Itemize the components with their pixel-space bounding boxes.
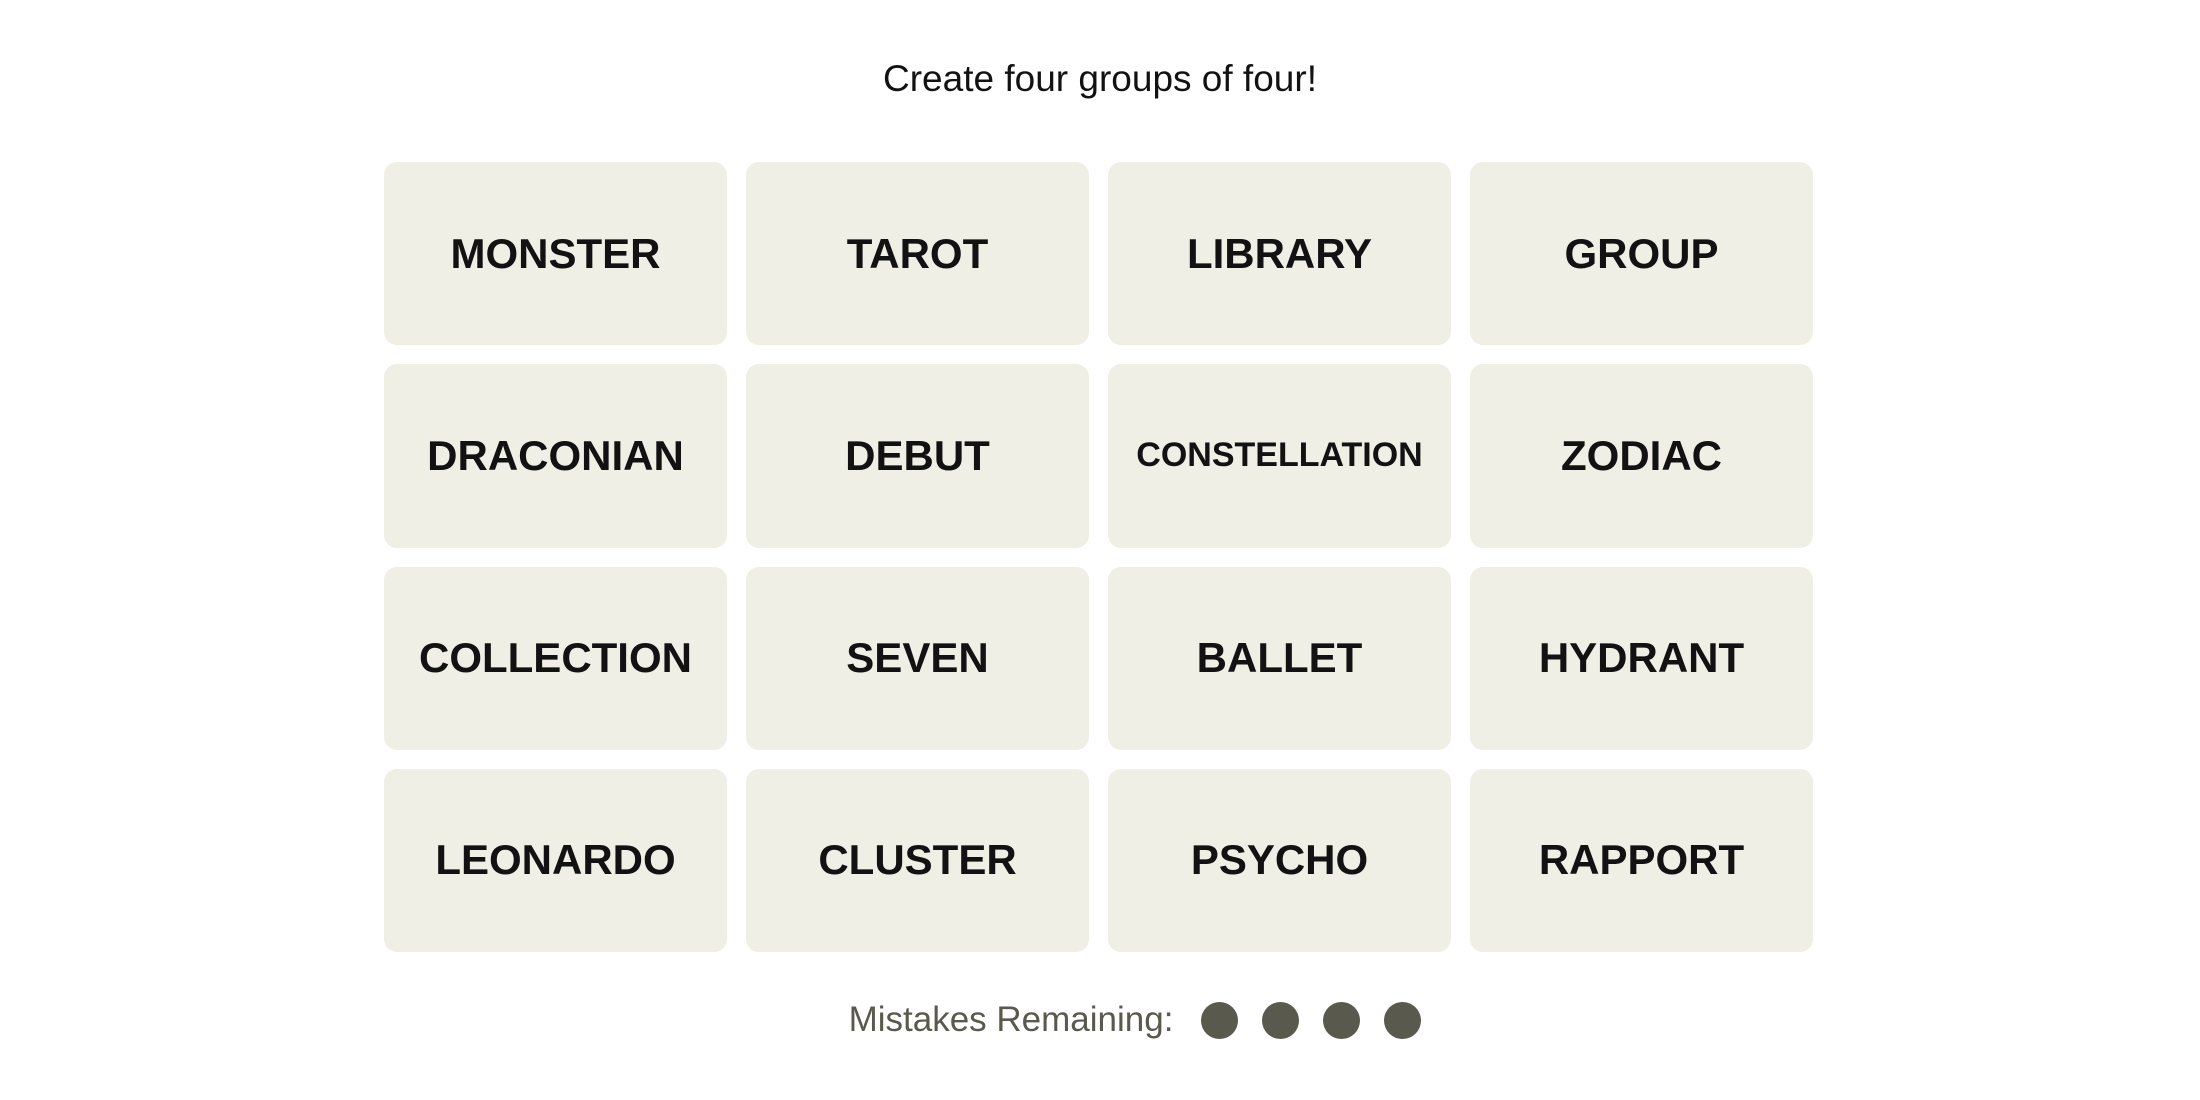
word-tile[interactable]: LIBRARY [1108, 162, 1451, 346]
word-tile[interactable]: GROUP [1470, 162, 1813, 346]
mistake-dots [1201, 1001, 1422, 1039]
word-tile[interactable]: DEBUT [746, 364, 1089, 548]
word-tile[interactable]: HYDRANT [1470, 566, 1813, 750]
word-tile[interactable]: TAROT [746, 162, 1089, 346]
word-tile[interactable]: DRACONIAN [384, 364, 727, 548]
word-tile[interactable]: SEVEN [746, 566, 1089, 750]
word-grid: MONSTER TAROT LIBRARY GROUP DRACONIAN DE… [384, 162, 1813, 952]
word-tile[interactable]: RAPPORT [1470, 768, 1813, 952]
word-tile[interactable]: BALLET [1108, 566, 1451, 750]
word-tile[interactable]: ZODIAC [1470, 364, 1813, 548]
mistakes-label: Mistakes Remaining: [848, 1000, 1174, 1039]
word-tile[interactable]: COLLECTION [384, 566, 727, 750]
instructions-text: Create four groups of four! [883, 58, 1317, 99]
mistake-dot-icon [1384, 1001, 1422, 1039]
mistake-dot-icon [1262, 1001, 1300, 1039]
word-tile[interactable]: CONSTELLATION [1108, 364, 1451, 548]
mistakes-remaining: Mistakes Remaining: [0, 1000, 2200, 1040]
mistake-dot-icon [1201, 1001, 1239, 1039]
word-tile[interactable]: MONSTER [384, 162, 727, 346]
word-tile[interactable]: PSYCHO [1108, 768, 1451, 952]
mistake-dot-icon [1323, 1001, 1361, 1039]
word-tile[interactable]: LEONARDO [384, 768, 727, 952]
word-tile[interactable]: CLUSTER [746, 768, 1089, 952]
